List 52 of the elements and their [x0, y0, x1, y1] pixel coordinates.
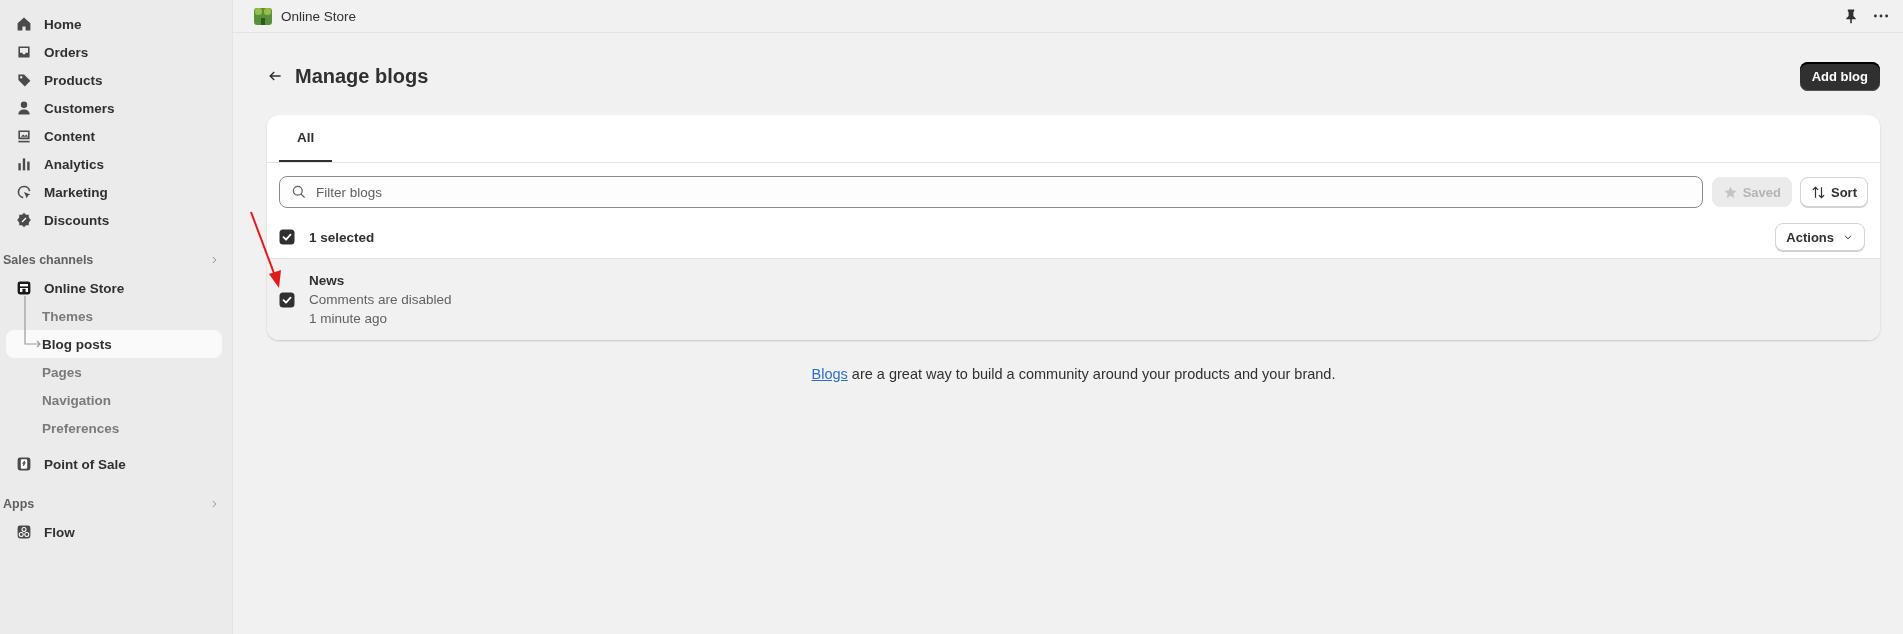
nav-item[interactable]: Products — [6, 66, 222, 94]
nav-item[interactable]: Analytics — [6, 150, 222, 178]
storefront-icon — [16, 280, 32, 296]
app-title: Online Store — [281, 8, 357, 24]
blog-title: News — [309, 273, 346, 288]
tree-connector — [23, 296, 43, 348]
nav-item[interactable]: Point of Sale — [6, 450, 222, 478]
home-icon — [16, 16, 32, 32]
sort-button[interactable]: Sort — [1800, 177, 1868, 207]
nav-item[interactable]: Home — [6, 10, 222, 38]
tab[interactable]: All — [279, 115, 333, 162]
updated-time: 1 minute ago — [309, 311, 389, 326]
nav-subitem[interactable]: Themes — [6, 302, 222, 330]
add-blog-button[interactable]: Add blog — [1799, 61, 1880, 91]
section-title: Sales channels — [3, 253, 94, 267]
store-logo-icon — [253, 6, 273, 26]
section-header[interactable]: Sales channels — [3, 250, 220, 270]
section-title: Apps — [3, 497, 35, 511]
filter-field[interactable]: Filter blogs — [279, 176, 1703, 208]
person-icon — [16, 100, 32, 116]
image-icon — [16, 128, 32, 144]
actions-button[interactable]: Actions — [1775, 223, 1865, 251]
nav-item[interactable]: Orders — [6, 38, 222, 66]
nav-item[interactable]: Marketing — [6, 178, 222, 206]
star-icon — [1722, 184, 1738, 200]
nav-item[interactable]: Content — [6, 122, 222, 150]
page-title: Manage blogs — [295, 64, 429, 88]
nav-item[interactable]: Online Store — [6, 274, 222, 302]
nav-item[interactable]: Discounts — [6, 206, 222, 234]
section-header[interactable]: Apps — [3, 494, 220, 514]
checkbox[interactable] — [279, 291, 295, 308]
target-icon — [16, 184, 32, 200]
nav-subitem[interactable]: Pages — [6, 358, 222, 386]
nav-item[interactable]: Customers — [6, 94, 222, 122]
blogs-link[interactable]: Blogs — [811, 366, 848, 382]
pin-icon[interactable] — [1843, 8, 1859, 24]
footer-note: Blogs are a great way to build a community around your products and your brand. — [810, 366, 1337, 382]
inbox-icon — [16, 44, 32, 60]
nodes-icon — [16, 524, 32, 540]
phone-icon — [16, 456, 32, 472]
tag-icon — [16, 72, 32, 88]
checkbox[interactable] — [279, 229, 295, 245]
nav-item[interactable]: Flow — [6, 518, 222, 546]
nav-subitem[interactable]: Blog posts — [6, 330, 222, 358]
nav-subitem[interactable]: Preferences — [6, 414, 222, 442]
nav-subitem[interactable]: Navigation — [6, 386, 222, 414]
badge-icon — [16, 212, 32, 228]
selection-count: 1 selected — [309, 229, 375, 245]
bar-chart-icon — [16, 156, 32, 172]
comments-status: Comments are disabled — [309, 292, 452, 307]
sort-icon — [1811, 184, 1826, 200]
blog-row[interactable]: News Comments are disabled 1 minute ago — [267, 259, 1880, 340]
